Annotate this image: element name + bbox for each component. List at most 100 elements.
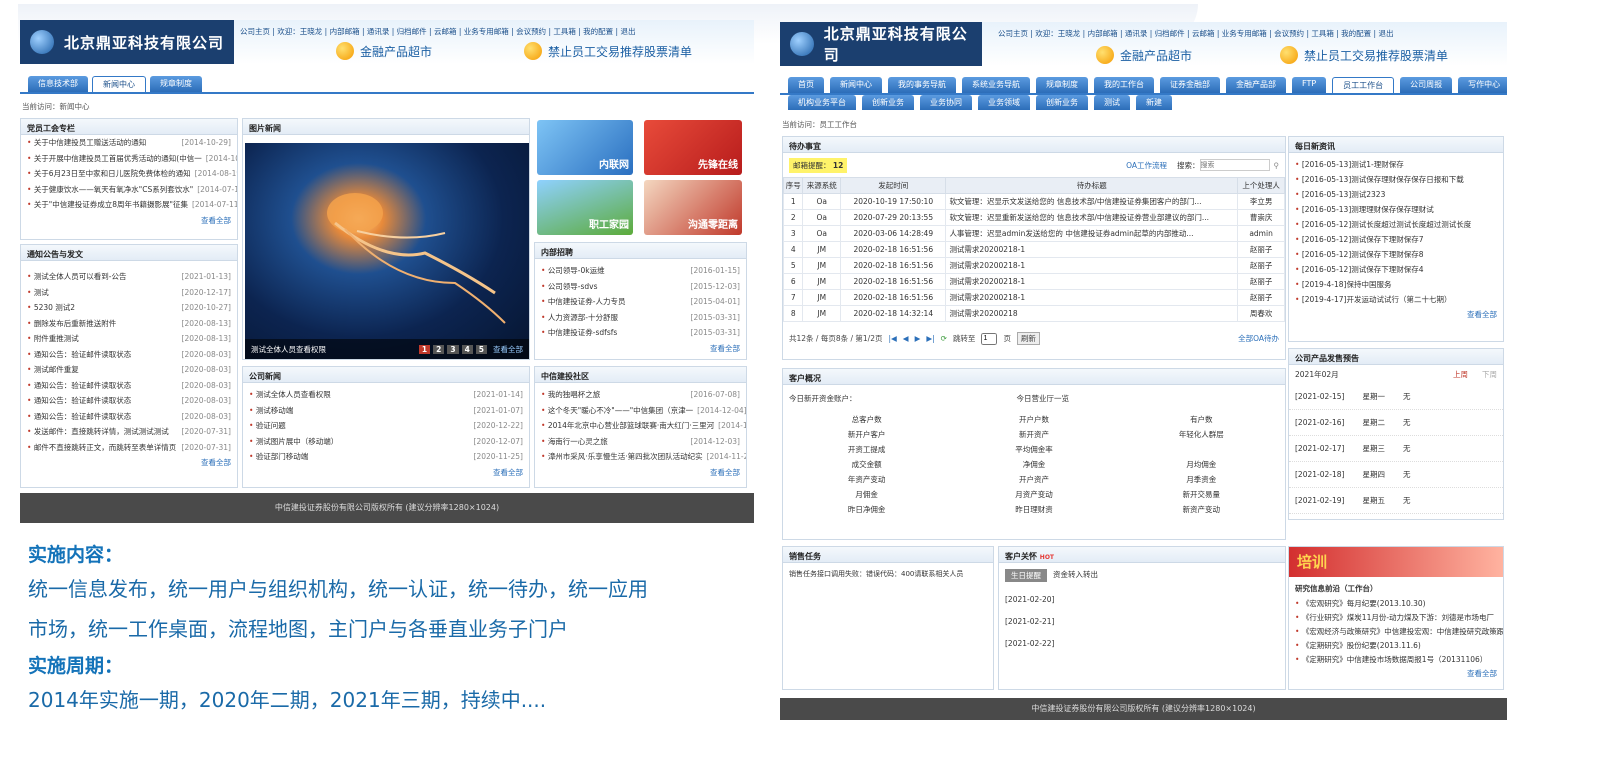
- tab-item[interactable]: 写作中心: [1458, 77, 1507, 93]
- todo-search-input[interactable]: [1199, 159, 1270, 171]
- list-item[interactable]: 关于6月23日至中家和日儿医院免费体检的通知[2014-08-19]: [21, 166, 237, 182]
- tab-item[interactable]: 新建: [1136, 95, 1172, 110]
- tab-it[interactable]: 信息技术部: [28, 76, 88, 92]
- care-item[interactable]: [2021-02-22]: [999, 632, 1285, 654]
- news-item[interactable]: [2016-05-13]测理理财保存保存理财试: [1289, 202, 1503, 217]
- list-item[interactable]: 通知公告：验证邮件读取状态 [2020-08-03]: [21, 393, 237, 409]
- list-item[interactable]: 测试全体人员可以看到-公告 [2021-01-13]: [21, 269, 237, 285]
- refresh-icon[interactable]: ⟳: [941, 334, 947, 343]
- research-item[interactable]: 《定期研究》中信建投市场数据周报1号（20131106）: [1289, 652, 1503, 666]
- list-item[interactable]: 公司领导-sdvs [2015-12-03]: [535, 279, 746, 295]
- pager-first-icon[interactable]: |◀: [888, 334, 896, 343]
- list-item[interactable]: 通知公告：验证邮件读取状态 [2020-08-03]: [21, 347, 237, 363]
- list-item[interactable]: 删除发布后重新推送附件 [2020-08-13]: [21, 316, 237, 332]
- list-item[interactable]: 这个冬天"暖心不冷"——"中信集团（京津一 [2014-12-04]: [535, 403, 746, 419]
- pager-next-icon[interactable]: ▶: [915, 334, 921, 343]
- list-item[interactable]: 附件重推测试 [2020-08-13]: [21, 331, 237, 347]
- list-item[interactable]: 公司领导-0k运维 [2016-01-15]: [535, 263, 746, 279]
- pager-prev-icon[interactable]: ◀: [903, 334, 909, 343]
- more-link[interactable]: 查看全部: [21, 455, 237, 470]
- top-links[interactable]: 公司主页 | 欢迎：王晓龙 | 内部邮箱 | 通讯录 | 归档邮件 | 云邮箱 …: [998, 28, 1393, 39]
- next-week-link[interactable]: 下周: [1482, 369, 1497, 380]
- list-item[interactable]: 我的独唱杯之旅 [2016-07-08]: [535, 387, 746, 403]
- tab-item[interactable]: 员工工作台: [1332, 77, 1395, 93]
- research-item[interactable]: 《宏观经济与政策研究》中信建投宏观：中信建投研究政策跟进: [1289, 624, 1503, 638]
- tile-communication[interactable]: 沟通零距离: [644, 180, 742, 235]
- tab-item[interactable]: 我的工作台: [1094, 77, 1154, 93]
- mail-reminder[interactable]: 邮箱提醒： 12: [789, 157, 848, 173]
- news-item[interactable]: [2016-05-12]测试长度超过测试长度超过测试长度: [1289, 217, 1503, 232]
- promo-banned-stocks[interactable]: 禁止员工交易推荐股票清单: [1280, 46, 1448, 64]
- tab-item[interactable]: 我的事务导航: [888, 77, 956, 93]
- tab-item[interactable]: 首页: [788, 77, 824, 93]
- list-item[interactable]: 海南行一心灵之旅 [2014-12-03]: [535, 434, 746, 450]
- table-row[interactable]: 6 JM 2020-02-18 16:51:56 测试需求20200218-1 赵丽子: [782, 273, 1285, 290]
- jellyfish-photo[interactable]: 测试全体人员查看权限 1 2 3 4 5 查看全部: [245, 143, 529, 359]
- tab-item[interactable]: 公司周报: [1400, 77, 1453, 93]
- tab-item[interactable]: 业务协同: [920, 95, 972, 110]
- tab-item[interactable]: 证券金融部: [1160, 77, 1220, 93]
- more-link[interactable]: 查看全部: [535, 465, 746, 480]
- page-2[interactable]: 2: [433, 344, 445, 354]
- news-item[interactable]: [2016-05-13]测试1-理财保存: [1289, 157, 1503, 172]
- pager-last-icon[interactable]: ▶|: [926, 334, 934, 343]
- more-link[interactable]: 查看全部: [535, 341, 746, 356]
- news-item[interactable]: [2016-05-12]测试保存下理财保存8: [1289, 247, 1503, 262]
- care-item[interactable]: [2021-02-20]: [999, 588, 1285, 610]
- list-item[interactable]: 5230 测试2 [2020-10-27]: [21, 300, 237, 316]
- tile-staff-home[interactable]: 职工家园: [537, 180, 633, 235]
- news-item[interactable]: [2019-4-18]保持中国服务: [1289, 277, 1503, 292]
- tab-item[interactable]: FTP: [1292, 77, 1327, 93]
- tab-item[interactable]: 测试: [1094, 95, 1130, 110]
- page-1[interactable]: 1: [418, 344, 431, 354]
- tab-rules[interactable]: 规章制度: [150, 76, 202, 92]
- tab-item[interactable]: 系统业务导航: [962, 77, 1030, 93]
- list-item[interactable]: 邮件不直接跳转正文，而跳转至表单详情页 [2020-07-31]: [21, 440, 237, 456]
- news-item[interactable]: [2016-05-12]测试保存下理财保存4: [1289, 262, 1503, 277]
- oa-workflow-link[interactable]: OA工作流程: [1126, 160, 1167, 171]
- more-link[interactable]: 查看全部: [493, 344, 523, 355]
- tile-vanguard[interactable]: 先锋在线: [644, 120, 742, 175]
- list-item[interactable]: 通知公告：验证邮件读取状态 [2020-08-03]: [21, 409, 237, 425]
- tab-item[interactable]: 创新业务: [1036, 95, 1088, 110]
- page-5[interactable]: 5: [475, 344, 487, 354]
- list-item[interactable]: 中信建投证券-人力专员 [2015-04-01]: [535, 294, 746, 310]
- news-item[interactable]: [2016-05-13]测试保存理财保存保存日报和下载: [1289, 172, 1503, 187]
- tab-item[interactable]: 机构业务平台: [788, 95, 856, 110]
- table-row[interactable]: 1 Oa 2020-10-19 17:50:10 软文管理：迟显示文发送给您的 信息技…: [782, 193, 1285, 210]
- list-item[interactable]: 验证问题 [2020-12-22]: [243, 418, 529, 434]
- news-item[interactable]: [2019-4-17]开发运动试试行（第二十七期）: [1289, 292, 1503, 307]
- search-icon[interactable]: ⚲: [1274, 161, 1280, 170]
- list-item[interactable]: 发送邮件：直接跳转详情，测试测试测试 [2020-07-31]: [21, 424, 237, 440]
- more-link[interactable]: 查看全部: [1289, 666, 1503, 681]
- more-link[interactable]: 查看全部: [21, 213, 237, 228]
- news-item[interactable]: [2016-05-12]测试保存下理财保存7: [1289, 232, 1503, 247]
- list-item[interactable]: 关于"中信建投证券成立8周年书籍摄影展"征集[2014-07-11]: [21, 197, 237, 213]
- list-item[interactable]: 关于健康饮水——氧天有氧净水"CS系列套饮水" [2014-07-11]: [21, 182, 237, 198]
- tab-item[interactable]: 金融产品部: [1226, 77, 1286, 93]
- go-button[interactable]: 刷新: [1016, 332, 1040, 345]
- promo-finance[interactable]: 金融产品超市: [1096, 46, 1192, 64]
- more-link[interactable]: 查看全部: [1289, 307, 1503, 322]
- tab-funds-flow[interactable]: 资金转入转出: [1053, 569, 1098, 582]
- table-row[interactable]: 8 JM 2020-02-18 14:32:14 测试需求20200218 周春欢: [782, 305, 1285, 322]
- tile-intranet[interactable]: 内联网: [537, 120, 633, 175]
- care-item[interactable]: [2021-02-21]: [999, 610, 1285, 632]
- list-item[interactable]: 测试图片展中（移动端） [2020-12-07]: [243, 434, 529, 450]
- list-item[interactable]: 人力资源部-十分舒服 [2015-03-31]: [535, 310, 746, 326]
- research-item[interactable]: 《行业研究》煤炭11月份-动力煤及下游：刘德是市场电厂: [1289, 610, 1503, 624]
- page-input[interactable]: [981, 332, 998, 345]
- tab-item[interactable]: 业务领域: [978, 95, 1030, 110]
- news-item[interactable]: [2016-05-13]测试2323: [1289, 187, 1503, 202]
- prev-week-link[interactable]: 上周: [1453, 369, 1468, 380]
- page-3[interactable]: 3: [447, 344, 459, 354]
- table-row[interactable]: 2 Oa 2020-07-29 20:13:55 软文管理：迟显重新发送给您的 信息技…: [782, 209, 1285, 226]
- tab-item[interactable]: 规章制度: [1036, 77, 1088, 93]
- more-link[interactable]: 查看全部: [243, 465, 529, 480]
- list-item[interactable]: 漳州市采风·乐享慢生活·第四批次团队活动纪实[2014-11-27]: [535, 449, 746, 465]
- list-item[interactable]: 中信建投证券-sdfsfs [2015-03-31]: [535, 325, 746, 341]
- table-row[interactable]: 7 JM 2020-02-18 16:51:56 测试需求20200218-1 赵丽子: [782, 289, 1285, 306]
- list-item[interactable]: 关于开展中信建投员工首届优秀活动的通知(中信一[2014-10-09]: [21, 151, 237, 167]
- top-links[interactable]: 公司主页 | 欢迎：王晓龙 | 内部邮箱 | 通讯录 | 归档邮件 | 云邮箱 …: [240, 26, 635, 37]
- promo-finance[interactable]: 金融产品超市: [336, 42, 432, 60]
